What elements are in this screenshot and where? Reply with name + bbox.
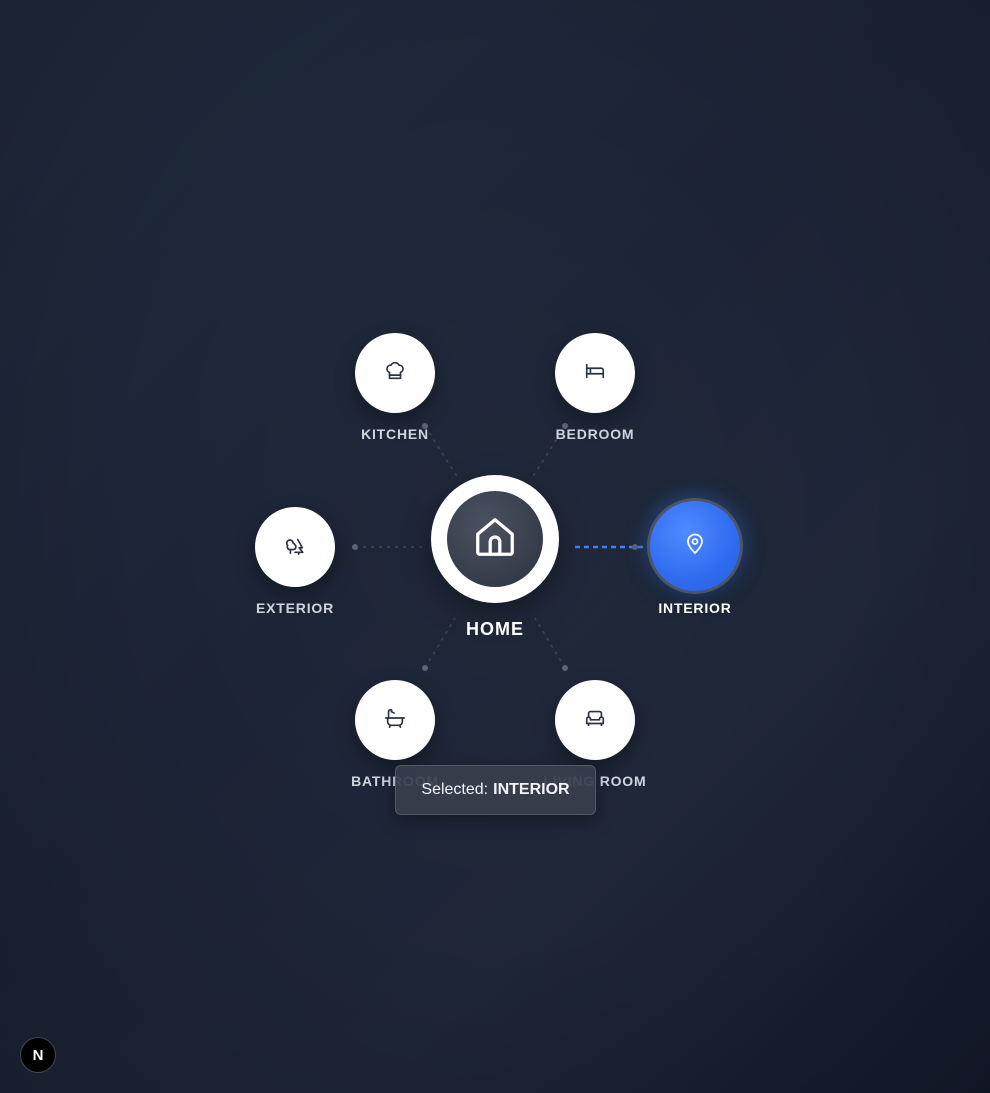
home-hub-inner	[447, 491, 543, 587]
bath-icon	[384, 707, 406, 734]
home-icon	[472, 514, 518, 565]
bed-icon	[584, 360, 606, 387]
node-kitchen[interactable]	[355, 333, 435, 413]
node-label-bedroom: BEDROOM	[555, 426, 635, 442]
chef-hat-icon	[384, 360, 406, 387]
trees-icon	[284, 534, 306, 561]
node-label-interior: INTERIOR	[658, 600, 732, 616]
home-hub-button[interactable]	[431, 475, 559, 603]
badge-letter: N	[32, 1046, 44, 1064]
node-label-exterior: EXTERIOR	[256, 600, 334, 616]
sofa-icon	[584, 707, 606, 734]
map-pin-icon	[683, 532, 707, 561]
node-bathroom[interactable]	[355, 680, 435, 760]
node-exterior[interactable]	[255, 507, 335, 587]
node-interior[interactable]	[647, 498, 743, 594]
node-bedroom[interactable]	[555, 333, 635, 413]
connector-dot-exterior	[352, 544, 358, 550]
selection-status: Selected: INTERIOR	[395, 765, 596, 815]
node-living-room[interactable]	[555, 680, 635, 760]
connector-dot-interior	[632, 544, 638, 550]
connector-dot-living-room	[562, 665, 568, 671]
node-label-kitchen: KITCHEN	[361, 426, 429, 442]
selection-status-value: INTERIOR	[493, 781, 570, 798]
selection-status-prefix: Selected:	[421, 781, 489, 798]
hub-label: HOME	[466, 619, 524, 639]
connector-dot-bathroom	[422, 665, 428, 671]
next-dev-badge[interactable]: N	[20, 1037, 56, 1073]
